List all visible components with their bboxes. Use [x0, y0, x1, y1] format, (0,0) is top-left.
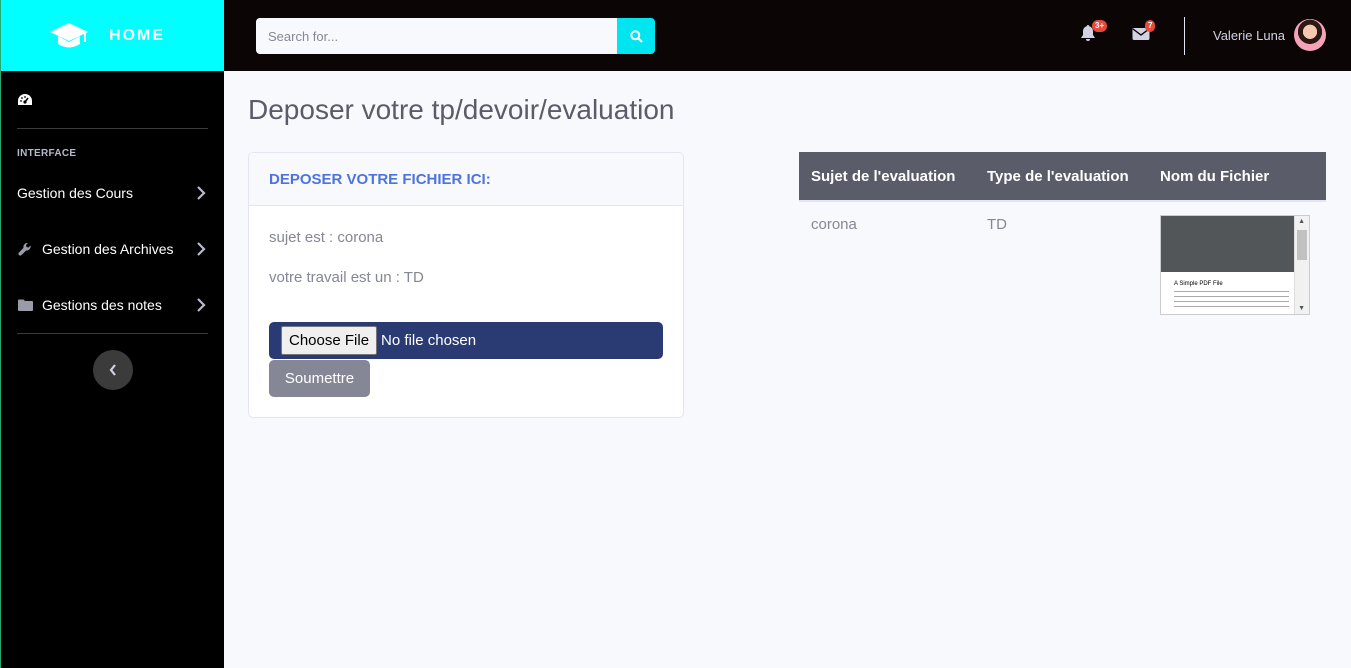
wrench-icon: [17, 241, 33, 257]
search-input[interactable]: [256, 18, 617, 54]
search-icon: [629, 29, 643, 43]
sidebar-item-label: Gestions des notes: [42, 297, 162, 313]
type-text: votre travail est un : TD: [269, 269, 424, 286]
chevron-left-icon: [109, 364, 116, 376]
sidebar-item-gestion-archives[interactable]: Gestion des Archives: [1, 221, 224, 277]
tachometer-icon: [18, 93, 32, 105]
chevron-right-icon: [197, 242, 206, 256]
topbar: 3+ 7 Valerie Luna: [224, 0, 1351, 71]
brand-link[interactable]: HOME: [1, 0, 224, 71]
chevron-right-icon: [197, 298, 206, 312]
sidebar-item-gestions-notes[interactable]: Gestions des notes: [1, 277, 224, 333]
alerts-badge: 3+: [1092, 20, 1108, 32]
folder-icon: [17, 297, 33, 313]
pdf-title: A Simple PDF File: [1174, 281, 1223, 287]
sidebar-item-label: Gestion des Cours: [17, 185, 133, 201]
graduation-cap-icon: [50, 22, 88, 47]
pdf-toolbar: [1161, 216, 1309, 272]
sidebar-heading: INTERFACE: [17, 148, 77, 159]
sidebar-item-label: Gestion des Archives: [42, 241, 174, 257]
chevron-right-icon: [197, 186, 206, 200]
user-name: Valerie Luna: [1213, 27, 1286, 43]
upload-card: DEPOSER VOTRE FICHIER ICI: sujet est : c…: [248, 152, 684, 418]
card-title: DEPOSER VOTRE FICHIER ICI:: [269, 170, 491, 188]
brand-title: HOME: [109, 26, 165, 44]
search-form: [256, 18, 655, 54]
submit-button[interactable]: Soumettre: [269, 360, 370, 397]
evaluation-table: Sujet de l'evaluation Type de l'evaluati…: [799, 152, 1326, 315]
topbar-divider: [1184, 17, 1185, 55]
pdf-preview[interactable]: A Simple PDF File ▲ ▼: [1160, 215, 1310, 315]
card-header: DEPOSER VOTRE FICHIER ICI:: [249, 153, 683, 206]
choose-file-button[interactable]: Choose File: [281, 326, 378, 355]
dashboard-link[interactable]: [1, 71, 224, 128]
cell-sujet: corona: [811, 216, 857, 233]
alerts-dropdown[interactable]: 3+: [1080, 20, 1108, 46]
scroll-up-arrow-icon[interactable]: ▲: [1298, 218, 1305, 225]
scrollbar-thumb[interactable]: [1297, 230, 1307, 260]
sidebar: HOME INTERFACE Gestion des Cours Gestion…: [0, 0, 224, 668]
messages-dropdown[interactable]: 7: [1132, 20, 1156, 46]
column-header-fichier: Nom du Fichier: [1160, 167, 1270, 185]
pdf-scrollbar[interactable]: ▲ ▼: [1294, 216, 1309, 314]
column-header-type: Type de l'evaluation: [987, 167, 1129, 185]
sidebar-item-gestion-cours[interactable]: Gestion des Cours: [1, 165, 224, 221]
file-input[interactable]: Choose File No file chosen: [269, 322, 663, 359]
column-header-sujet: Sujet de l'evaluation: [811, 167, 956, 185]
sidebar-toggle-button[interactable]: [92, 350, 133, 390]
file-status: No file chosen: [381, 332, 477, 349]
user-dropdown[interactable]: Valerie Luna: [1213, 19, 1327, 51]
avatar: [1294, 19, 1327, 51]
scroll-down-arrow-icon[interactable]: ▼: [1298, 305, 1305, 312]
search-button[interactable]: [617, 18, 655, 54]
cell-type: TD: [987, 216, 1007, 233]
table-header: Sujet de l'evaluation Type de l'evaluati…: [799, 152, 1326, 202]
page-title: Deposer votre tp/devoir/evaluation: [248, 94, 675, 125]
subject-text: sujet est : corona: [269, 229, 384, 246]
messages-badge: 7: [1145, 20, 1156, 32]
